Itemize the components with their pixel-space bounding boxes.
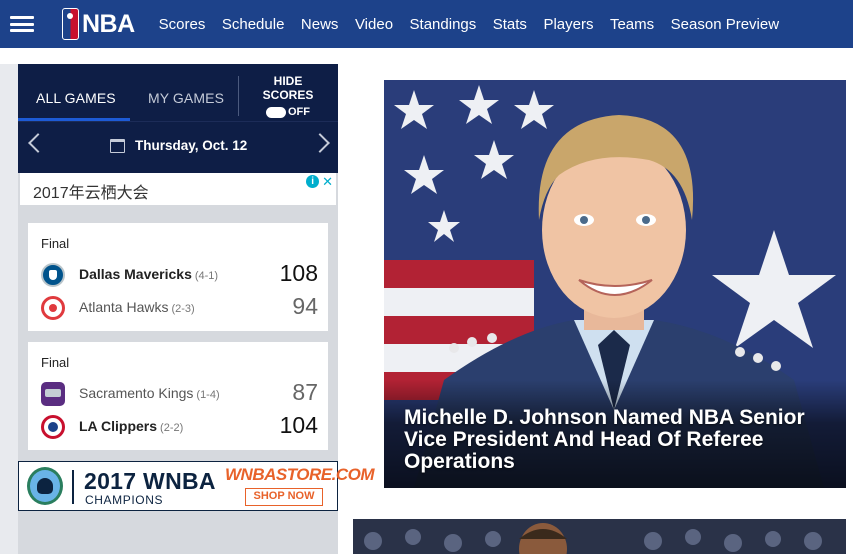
content-top-band <box>0 48 853 64</box>
nba-logo-icon <box>62 8 79 40</box>
store-logo: WNBASTORE.COM <box>225 465 375 484</box>
scoreboard-column: ALL GAMES MY GAMES HIDE SCORES OFF Thurs… <box>18 64 375 554</box>
top-navigation: NBA Scores Schedule News Video Standings… <box>0 0 853 48</box>
hamburger-menu-icon[interactable] <box>10 16 34 32</box>
team-row: LA Clippers (2-2) 104 <box>41 412 321 442</box>
ad-close-icon[interactable]: ✕ <box>322 175 333 188</box>
team-score: 87 <box>292 379 318 405</box>
team-score: 94 <box>292 293 318 319</box>
team-row: Atlanta Hawks (2-3) 94 <box>41 293 321 323</box>
main-nav-links: Scores Schedule News Video Standings Sta… <box>159 16 796 33</box>
toggle-state: OFF <box>288 106 310 118</box>
nav-link-video[interactable]: Video <box>355 16 393 33</box>
game-status: Final <box>41 355 70 370</box>
team-record: (4-1) <box>194 270 219 282</box>
mavericks-logo-icon <box>41 263 65 287</box>
lynx-logo-icon <box>27 467 63 505</box>
team-record: (2-3) <box>171 303 195 315</box>
banner-title: 2017 WNBA <box>84 468 216 494</box>
toggle-switch[interactable]: OFF <box>248 105 328 119</box>
hide-scores-label-line1: HIDE <box>273 74 303 88</box>
team-row: Dallas Mavericks (4-1) 108 <box>41 260 321 290</box>
tab-all-games[interactable]: ALL GAMES <box>36 90 116 106</box>
calendar-icon <box>110 138 125 153</box>
game-card[interactable]: Final Dallas Mavericks (4-1) 108 Atlanta … <box>28 223 328 331</box>
shop-now-button[interactable]: SHOP NOW <box>245 488 323 506</box>
team-row: Sacramento Kings (1-4) 87 <box>41 379 321 409</box>
banner-subtitle: CHAMPIONS <box>85 493 164 507</box>
game-status: Final <box>41 236 70 251</box>
hero-story[interactable]: Michelle D. Johnson Named NBA Senior Vic… <box>384 80 846 488</box>
nav-link-players[interactable]: Players <box>543 16 593 33</box>
banner-divider <box>72 470 74 504</box>
nba-logo-text: NBA <box>82 9 135 38</box>
nav-link-stats[interactable]: Stats <box>493 16 527 33</box>
date-label: Thursday, Oct. 12 <box>135 138 248 153</box>
hawks-logo-icon <box>41 296 65 320</box>
team-name: Dallas Mavericks (4-1) <box>79 266 219 282</box>
team-score: 108 <box>279 260 318 286</box>
header-divider <box>238 76 239 116</box>
team-record: (2-2) <box>160 422 184 434</box>
scoreboard-header: ALL GAMES MY GAMES HIDE SCORES OFF Thurs… <box>18 64 338 173</box>
team-record: (1-4) <box>196 389 220 401</box>
ad-info-icon[interactable]: i <box>306 175 320 188</box>
chevron-left-icon[interactable] <box>28 133 48 153</box>
tab-my-games[interactable]: MY GAMES <box>148 90 224 106</box>
team-score: 104 <box>279 412 318 438</box>
nba-logo[interactable]: NBA <box>62 8 135 40</box>
nav-link-scores[interactable]: Scores <box>159 16 206 33</box>
date-display[interactable]: Thursday, Oct. 12 <box>110 138 247 153</box>
clippers-logo-icon <box>41 415 65 439</box>
text-ad[interactable]: 2017年云栖大会 i ✕ <box>20 173 336 205</box>
chevron-right-icon[interactable] <box>310 133 330 153</box>
date-selector: Thursday, Oct. 12 <box>18 121 338 173</box>
text-ad-label: 2017年云栖大会 <box>33 185 149 202</box>
nav-link-season-preview[interactable]: Season Preview <box>671 16 779 33</box>
nav-link-news[interactable]: News <box>301 16 339 33</box>
game-card[interactable]: Final Sacramento Kings (1-4) 87 LA Clippe… <box>28 342 328 450</box>
team-name: Atlanta Hawks (2-3) <box>79 299 195 315</box>
nav-link-schedule[interactable]: Schedule <box>222 16 285 33</box>
kings-logo-icon <box>41 382 65 406</box>
wnba-banner-ad[interactable]: 2017 WNBA CHAMPIONS WNBASTORE.COM SHOP N… <box>18 461 375 511</box>
ad-controls: i ✕ <box>306 175 333 188</box>
nav-link-standings[interactable]: Standings <box>410 16 477 33</box>
hide-scores-label-line2: SCORES <box>262 88 314 102</box>
toggle-knob <box>266 106 286 118</box>
nav-link-teams[interactable]: Teams <box>610 16 654 33</box>
hide-scores-toggle[interactable]: HIDE SCORES OFF <box>248 74 328 119</box>
secondary-story-photo <box>353 519 846 554</box>
secondary-story-image[interactable] <box>353 519 846 554</box>
team-name: LA Clippers (2-2) <box>79 418 184 434</box>
team-name: Sacramento Kings (1-4) <box>79 385 220 401</box>
hero-headline[interactable]: Michelle D. Johnson Named NBA Senior Vic… <box>404 407 834 473</box>
